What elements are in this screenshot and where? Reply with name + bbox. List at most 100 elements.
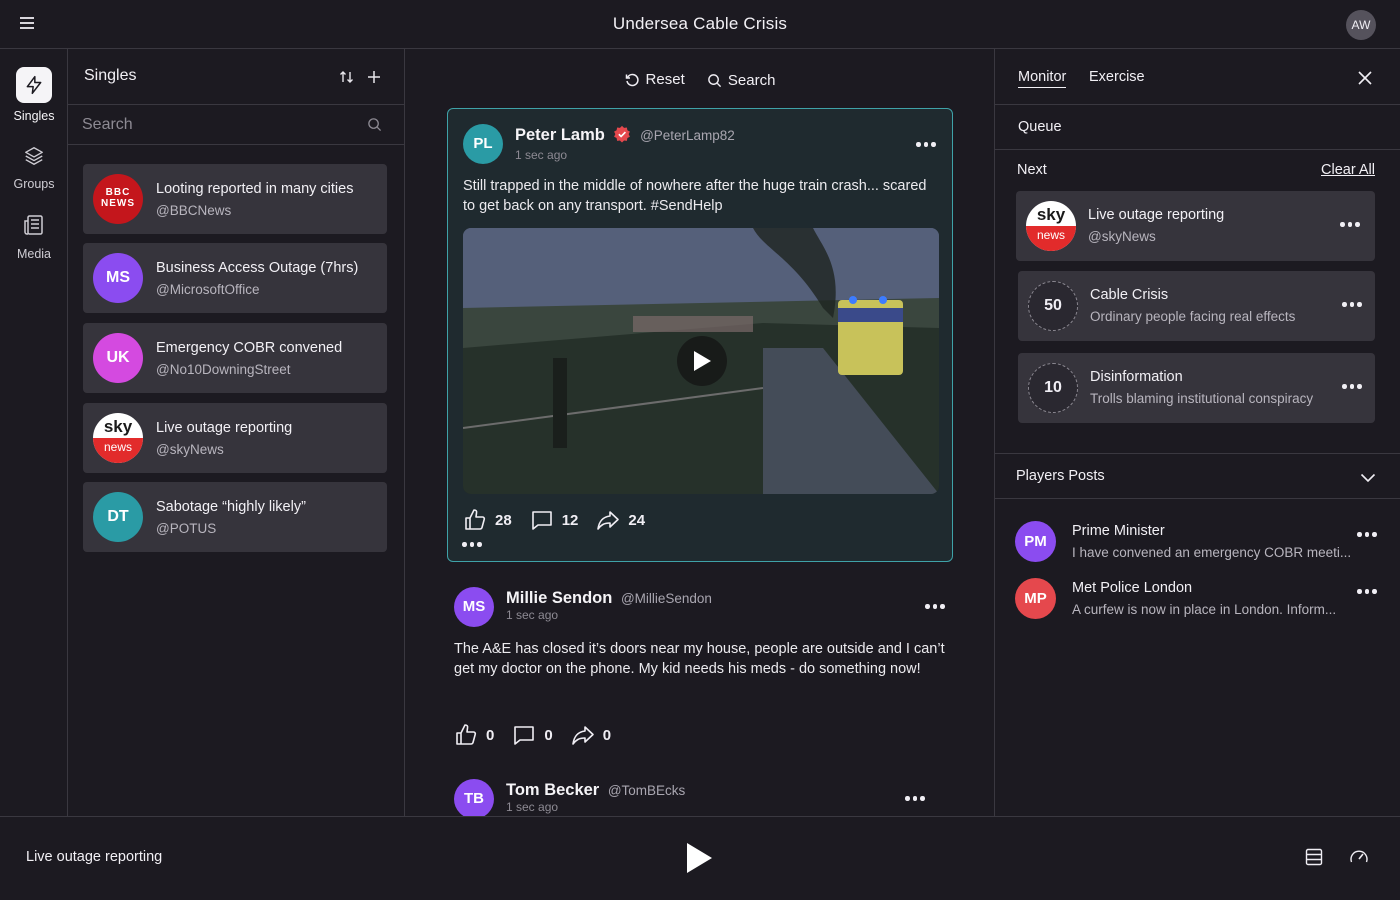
avatar: PM (1015, 521, 1056, 562)
post-actions: 28 12 24 (463, 508, 663, 532)
add-icon[interactable] (366, 69, 382, 85)
play-icon (687, 843, 712, 873)
like-button[interactable]: 0 (454, 723, 494, 747)
avatar: MS (454, 587, 494, 627)
post-time: 1 sec ago (506, 800, 559, 814)
user-avatar[interactable]: AW (1346, 10, 1376, 40)
speed-gauge-icon[interactable] (1349, 848, 1369, 869)
player-post-text: I have convened an emergency COBR meeti.… (1072, 545, 1352, 560)
comment-button[interactable]: 12 (530, 508, 578, 532)
player-post[interactable]: MP Met Police London A curfew is now in … (1015, 578, 1385, 624)
player-name: Met Police London (1072, 580, 1193, 596)
share-button[interactable]: 24 (596, 508, 645, 532)
single-card[interactable]: BBC NEWS Looting reported in many cities… (83, 164, 387, 234)
like-button[interactable]: 28 (463, 508, 512, 532)
play-video-button[interactable] (677, 336, 727, 386)
avatar: UK (93, 333, 143, 383)
post-card-highlighted[interactable]: PL Peter Lamb @PeterLamp82 1 sec ago Sti… (447, 108, 953, 562)
reset-icon (625, 73, 639, 86)
monitor-panel: Monitor Exercise Queue Next Clear All sk… (995, 49, 1400, 816)
more-options-icon[interactable] (1357, 589, 1379, 595)
queue-header: Queue (995, 105, 1400, 150)
verified-icon (614, 125, 631, 143)
more-options-icon[interactable] (916, 142, 938, 148)
single-card[interactable]: sky news Live outage reporting @skyNews (83, 403, 387, 473)
single-title: Emergency COBR convened (156, 340, 343, 356)
post-author: Millie Sendon @MillieSendon (506, 589, 712, 607)
single-card[interactable]: UK Emergency COBR convened @No10DowningS… (83, 323, 387, 393)
share-icon (597, 511, 620, 530)
share-button[interactable]: 0 (571, 723, 611, 747)
list-view-icon[interactable] (1305, 848, 1323, 869)
close-icon[interactable] (1358, 71, 1372, 88)
queue-item-title: Live outage reporting (1088, 207, 1225, 223)
reset-button[interactable]: Reset (624, 71, 685, 88)
post-handle: @PeterLamp82 (640, 128, 735, 143)
singles-header: Singles (68, 49, 404, 105)
bbc-news-logo: BBC NEWS (93, 174, 143, 224)
more-options-icon[interactable] (1342, 302, 1364, 308)
queue-item[interactable]: 10 Disinformation Trolls blaming institu… (1018, 353, 1375, 423)
post-time: 1 sec ago (515, 148, 568, 162)
players-posts-label: Players Posts (1016, 468, 1105, 484)
more-options-icon[interactable] (1340, 222, 1362, 228)
rail-label: Singles (13, 109, 55, 123)
singles-search (68, 105, 404, 145)
avatar: TB (454, 779, 494, 816)
more-options-icon[interactable] (1342, 384, 1364, 390)
comment-icon (514, 726, 535, 745)
search-button[interactable]: Search (707, 72, 775, 89)
player-post-text: A curfew is now in place in London. Info… (1072, 602, 1337, 617)
queue-item-subtitle: @skyNews (1088, 229, 1156, 244)
comment-icon (531, 511, 552, 530)
queue-number-badge: 50 (1028, 281, 1078, 331)
rail-item-media[interactable]: Media (0, 209, 68, 261)
post-video[interactable] (463, 228, 939, 494)
queue-item-title: Disinformation (1090, 369, 1183, 385)
single-handle: @skyNews (156, 442, 224, 457)
more-options-icon[interactable] (1357, 532, 1379, 538)
search-icon[interactable] (367, 117, 382, 135)
rail-item-singles[interactable]: Singles (0, 67, 68, 123)
sort-icon[interactable] (339, 69, 355, 85)
tab-monitor[interactable]: Monitor (1018, 69, 1067, 88)
lightning-icon (16, 67, 52, 103)
rail-label: Media (16, 247, 52, 261)
chevron-down-icon[interactable] (1360, 470, 1376, 486)
thumbs-up-icon (456, 724, 477, 745)
player-post[interactable]: PM Prime Minister I have convened an eme… (1015, 521, 1385, 567)
queue-item-subtitle: Ordinary people facing real effects (1090, 309, 1296, 324)
single-title: Looting reported in many cities (156, 181, 354, 197)
player-name: Prime Minister (1072, 523, 1165, 539)
more-options-icon[interactable] (925, 604, 947, 610)
feed-toolbar: Reset Search (405, 71, 994, 92)
feed: Reset Search PL Peter Lamb @PeterLamp82 … (405, 49, 995, 816)
post-author: Peter Lamb @PeterLamp82 (515, 125, 735, 144)
singles-panel: Singles BBC NEWS Looting reported in man… (68, 49, 405, 816)
avatar: MP (1015, 578, 1056, 619)
single-handle: @No10DowningStreet (156, 362, 291, 377)
queue-item-title: Cable Crisis (1090, 287, 1169, 303)
single-card[interactable]: MS Business Access Outage (7hrs) @Micros… (83, 243, 387, 313)
tab-exercise[interactable]: Exercise (1089, 69, 1145, 85)
single-title: Business Access Outage (7hrs) (156, 260, 359, 276)
single-title: Live outage reporting (156, 420, 293, 436)
thumbs-up-icon (465, 509, 486, 530)
more-options-icon[interactable] (462, 542, 484, 548)
playback-bar: Live outage reporting (0, 816, 1400, 900)
players-posts-header[interactable]: Players Posts (995, 453, 1400, 499)
play-button[interactable] (684, 841, 714, 878)
rail-item-groups[interactable]: Groups (0, 141, 68, 191)
search-input[interactable] (82, 113, 352, 137)
comment-button[interactable]: 0 (512, 723, 553, 747)
queue-item[interactable]: 50 Cable Crisis Ordinary people facing r… (1018, 271, 1375, 341)
clear-all-link[interactable]: Clear All (1321, 162, 1375, 178)
play-icon (694, 351, 711, 371)
more-options-icon[interactable] (905, 796, 927, 802)
next-label: Next (1017, 162, 1047, 178)
queue-item-subtitle: Trolls blaming institutional conspiracy (1090, 391, 1314, 406)
single-card[interactable]: DT Sabotage “highly likely” @POTUS (83, 482, 387, 552)
single-handle: @MicrosoftOffice (156, 282, 260, 297)
single-handle: @BBCNews (156, 203, 232, 218)
queue-item[interactable]: sky news Live outage reporting @skyNews (1016, 191, 1375, 261)
